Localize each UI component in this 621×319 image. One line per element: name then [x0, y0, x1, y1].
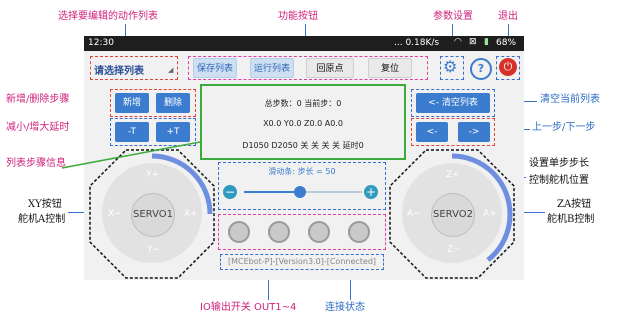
slider-thumb[interactable] [294, 186, 306, 198]
z-plus-label[interactable]: Z+ [446, 170, 460, 180]
next-step-button[interactable]: -> [458, 122, 490, 142]
minus-icon[interactable]: − [223, 185, 237, 199]
annotation-select-list: 选择要编辑的动作列表 [58, 11, 158, 22]
increase-delay-button[interactable]: +T [156, 122, 190, 142]
slider-label: 滑动条: 步长 = 50 [268, 167, 336, 176]
home-button[interactable]: 回原点 [306, 58, 354, 78]
annotation-function-buttons: 功能按钮 [278, 11, 318, 22]
add-step-button[interactable]: 新增 [115, 93, 149, 113]
sim-icon: ⊠ [469, 37, 477, 47]
status-speed: ... 0.18K/s [394, 38, 440, 48]
out2-toggle[interactable] [268, 221, 290, 243]
annotation-delay: 减小/增大延时 [6, 122, 70, 133]
annotation-za-button: ZA按钮 [557, 199, 592, 210]
annotation-clear-list: 清空当前列表 [540, 94, 600, 105]
clear-list-button[interactable]: <- 清空列表 [416, 93, 490, 113]
a-minus-label[interactable]: A− [407, 209, 421, 219]
status-battery: 68% [496, 38, 517, 48]
status-bar: 12:30 ... 0.18K/s ◠ ⊠ ▮ 68% [84, 36, 524, 51]
power-icon[interactable]: ⏻ [499, 58, 517, 76]
annotation-add-delete: 新增/删除步骤 [6, 94, 70, 105]
servo1-button[interactable]: SERVO1 [131, 193, 175, 237]
annotation-xy-button: XY按钮 [28, 199, 62, 210]
run-list-button[interactable]: 运行列表 [250, 58, 294, 78]
annotation-io-output: IO输出开关 OUT1~4 [200, 302, 297, 313]
annotation-step-info: 列表步骤信息 [6, 158, 66, 169]
list-select-dropdown[interactable]: 请选择列表 [94, 62, 144, 77]
slider-fill [244, 191, 299, 193]
servo2-button[interactable]: SERVO2 [431, 193, 475, 237]
annotation-single-step: 设置单步步长 [529, 158, 589, 169]
chevron-down-icon: ◢ [168, 66, 174, 74]
prev-step-button[interactable]: <- [416, 122, 448, 142]
connection-status: [MCEbot-P]-[Version3.0]-[Connected] [227, 257, 377, 266]
out1-toggle[interactable] [228, 221, 250, 243]
out3-toggle[interactable] [308, 221, 330, 243]
x-minus-label[interactable]: X− [108, 209, 122, 219]
out4-toggle[interactable] [348, 221, 370, 243]
decrease-delay-button[interactable]: -T [115, 122, 149, 142]
a-plus-label[interactable]: A+ [483, 209, 497, 219]
x-plus-label[interactable]: X+ [184, 209, 198, 219]
step-count-text: 总步数：0 当前步：0 [264, 99, 342, 108]
y-minus-label[interactable]: Y− [147, 245, 160, 255]
delete-step-button[interactable]: 删除 [156, 93, 190, 113]
reset-button[interactable]: 复位 [368, 58, 412, 78]
wifi-icon: ◠ [454, 37, 462, 47]
z-minus-label[interactable]: Z− [447, 245, 461, 255]
annotation-servo-pos: 控制舵机位置 [529, 175, 589, 186]
annotation-servo-a: 舵机A控制 [18, 214, 66, 225]
annotation-servo-b: 舵机B控制 [547, 214, 595, 225]
annotation-settings: 参数设置 [433, 11, 473, 22]
step-info-pointer [61, 141, 201, 169]
annotation-conn-state: 连接状态 [325, 302, 365, 313]
state-text: D1050 D2050 关 关 关 关 延时0 [242, 141, 364, 150]
battery-icon: ▮ [484, 37, 489, 47]
help-icon[interactable]: ? [470, 58, 492, 80]
plus-icon[interactable]: + [364, 185, 378, 199]
save-list-button[interactable]: 保存列表 [193, 58, 237, 78]
coordinates-text: X0.0 Y0.0 Z0.0 A0.0 [263, 119, 343, 128]
annotation-prev-next: 上一步/下一步 [532, 122, 596, 133]
gear-icon[interactable]: ⚙ [443, 58, 457, 76]
status-time: 12:30 [88, 38, 114, 48]
annotation-exit: 退出 [498, 11, 518, 22]
